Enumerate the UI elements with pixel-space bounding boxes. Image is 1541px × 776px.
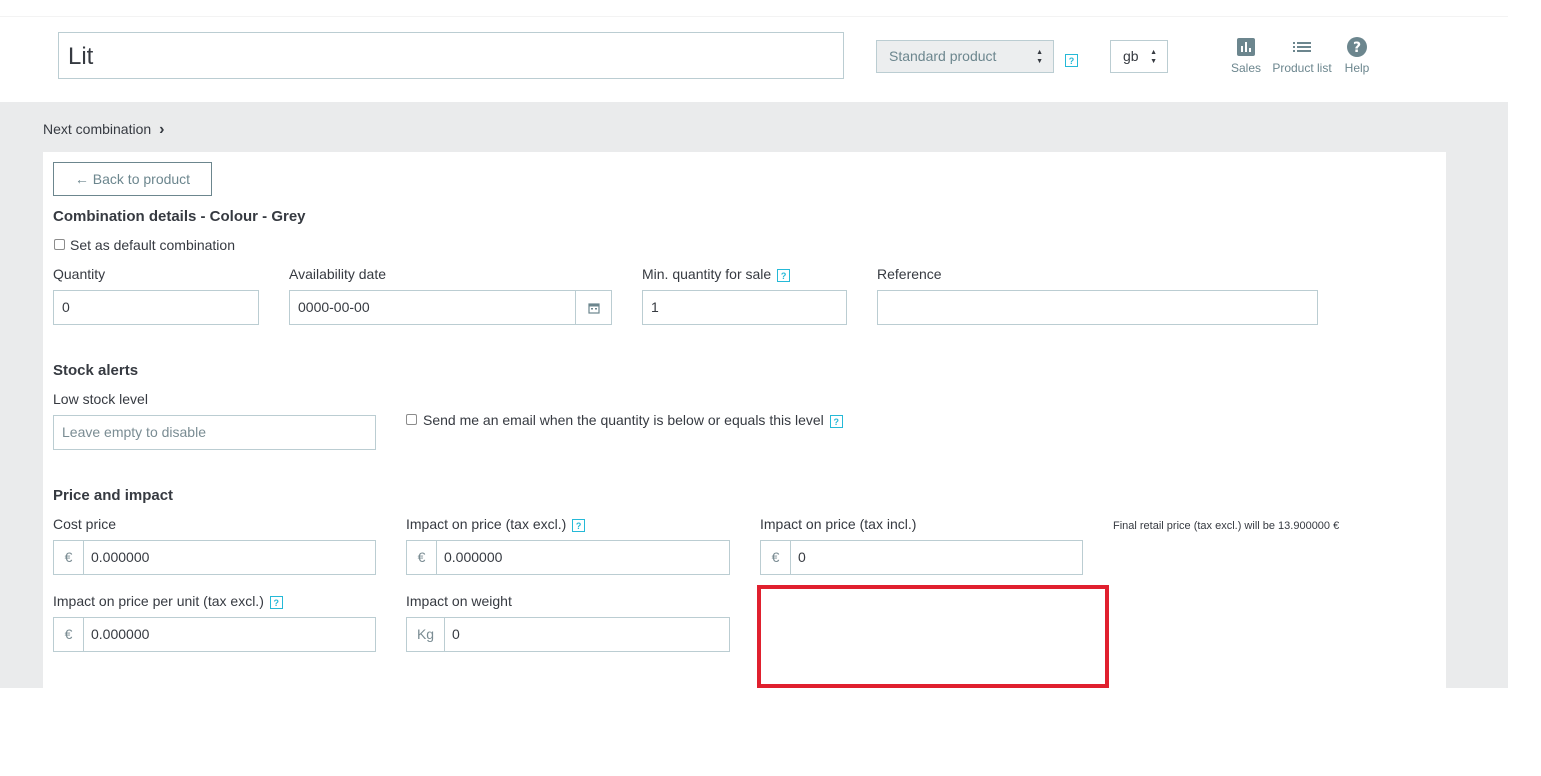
impact-weight-input[interactable]: Kg 0: [406, 617, 730, 652]
help-label: Help: [1344, 61, 1370, 75]
euro-currency-icon: €: [761, 541, 791, 574]
impact-tax-incl-input[interactable]: € 0: [760, 540, 1083, 575]
default-combination-checkbox[interactable]: [54, 239, 65, 250]
sales-chart-icon: [1237, 38, 1255, 56]
back-to-product-label: Back to product: [92, 171, 191, 187]
language-value: gb: [1123, 48, 1139, 64]
min-quantity-label-text: Min. quantity for sale: [642, 266, 772, 282]
help-circle-icon: ?: [1347, 37, 1367, 57]
quantity-input[interactable]: 0: [53, 290, 259, 325]
euro-currency-icon: €: [54, 541, 84, 574]
impact-tax-excl-label-text: Impact on price (tax excl.): [406, 516, 567, 532]
select-arrows-icon: ▲ ▼: [1036, 49, 1043, 65]
cost-price-label: Cost price: [53, 516, 117, 532]
calendar-icon: [587, 302, 600, 314]
stock-alerts-title: Stock alerts: [53, 362, 139, 379]
chevron-right-icon: ›: [159, 121, 165, 138]
impact-tax-excl-help-icon[interactable]: ?: [572, 518, 586, 532]
impact-per-unit-input[interactable]: € 0.000000: [53, 617, 376, 652]
reference-value: [878, 299, 886, 315]
select-arrows-icon: ▲ ▼: [1150, 49, 1157, 65]
impact-per-unit-label-text: Impact on price per unit (tax excl.): [53, 593, 264, 609]
product-list-tool[interactable]: Product list: [1269, 37, 1335, 75]
product-list-label: Product list: [1272, 61, 1332, 75]
back-to-product-button[interactable]: ← Back to product: [53, 162, 212, 196]
email-alert-label-text: Send me an email when the quantity is be…: [423, 412, 824, 428]
low-stock-input[interactable]: Leave empty to disable: [53, 415, 376, 450]
weight-unit-icon: Kg: [407, 618, 445, 651]
product-type-help-icon[interactable]: ?: [1065, 54, 1078, 67]
list-icon: [1293, 42, 1311, 52]
min-quantity-help-icon[interactable]: ?: [777, 268, 791, 282]
min-quantity-label: Min. quantity for sale ?: [642, 266, 791, 282]
impact-per-unit-help-icon[interactable]: ?: [269, 595, 283, 609]
price-impact-title: Price and impact: [53, 487, 174, 504]
product-name-input[interactable]: Lit: [58, 32, 844, 79]
cost-price-input[interactable]: € 0.000000: [53, 540, 376, 575]
calendar-button[interactable]: [575, 291, 611, 324]
product-type-select[interactable]: Standard product ▲ ▼: [876, 40, 1054, 73]
combination-title: Combination details - Colour - Grey: [53, 208, 306, 225]
next-combination-label: Next combination: [43, 121, 152, 137]
sales-label: Sales: [1230, 61, 1262, 75]
email-alert-help-icon[interactable]: ?: [829, 414, 843, 428]
impact-tax-incl-label: Impact on price (tax incl.): [760, 516, 917, 532]
impact-weight-label: Impact on weight: [406, 593, 512, 609]
availability-date-label: Availability date: [289, 266, 387, 282]
impact-tax-excl-input[interactable]: € 0.000000: [406, 540, 730, 575]
quantity-value: 0: [62, 299, 70, 315]
sales-tool[interactable]: Sales: [1228, 37, 1264, 75]
email-alert-label: Send me an email when the quantity is be…: [423, 412, 843, 428]
low-stock-placeholder: Leave empty to disable: [62, 424, 206, 440]
availability-date-value: 0000-00-00: [298, 299, 370, 315]
impact-weight-value: 0: [452, 626, 460, 642]
reference-label: Reference: [877, 266, 942, 282]
min-quantity-input[interactable]: 1: [642, 290, 847, 325]
impact-per-unit-label: Impact on price per unit (tax excl.) ?: [53, 593, 283, 609]
euro-currency-icon: €: [54, 618, 84, 651]
highlight-box: [757, 585, 1109, 688]
help-tool[interactable]: ? Help: [1340, 37, 1374, 75]
default-combination-label: Set as default combination: [70, 237, 235, 253]
impact-tax-incl-value: 0: [798, 549, 806, 565]
impact-tax-excl-value: 0.000000: [444, 549, 503, 565]
product-type-value: Standard product: [889, 48, 997, 64]
impact-tax-excl-label: Impact on price (tax excl.) ?: [406, 516, 586, 532]
language-select[interactable]: gb ▲ ▼: [1110, 40, 1168, 73]
availability-date-input[interactable]: 0000-00-00: [289, 290, 612, 325]
reference-input[interactable]: [877, 290, 1318, 325]
final-price-note: Final retail price (tax excl.) will be 1…: [1113, 520, 1340, 532]
euro-currency-icon: €: [407, 541, 437, 574]
email-alert-checkbox[interactable]: [406, 414, 417, 425]
next-combination-link[interactable]: Next combination ›: [43, 121, 165, 139]
impact-per-unit-value: 0.000000: [91, 626, 150, 642]
cost-price-value: 0.000000: [91, 549, 150, 565]
low-stock-label: Low stock level: [53, 391, 148, 407]
min-quantity-value: 1: [651, 299, 659, 315]
arrow-left-icon: ←: [74, 171, 89, 187]
quantity-label: Quantity: [53, 266, 106, 282]
svg-text:?: ?: [1353, 40, 1361, 56]
